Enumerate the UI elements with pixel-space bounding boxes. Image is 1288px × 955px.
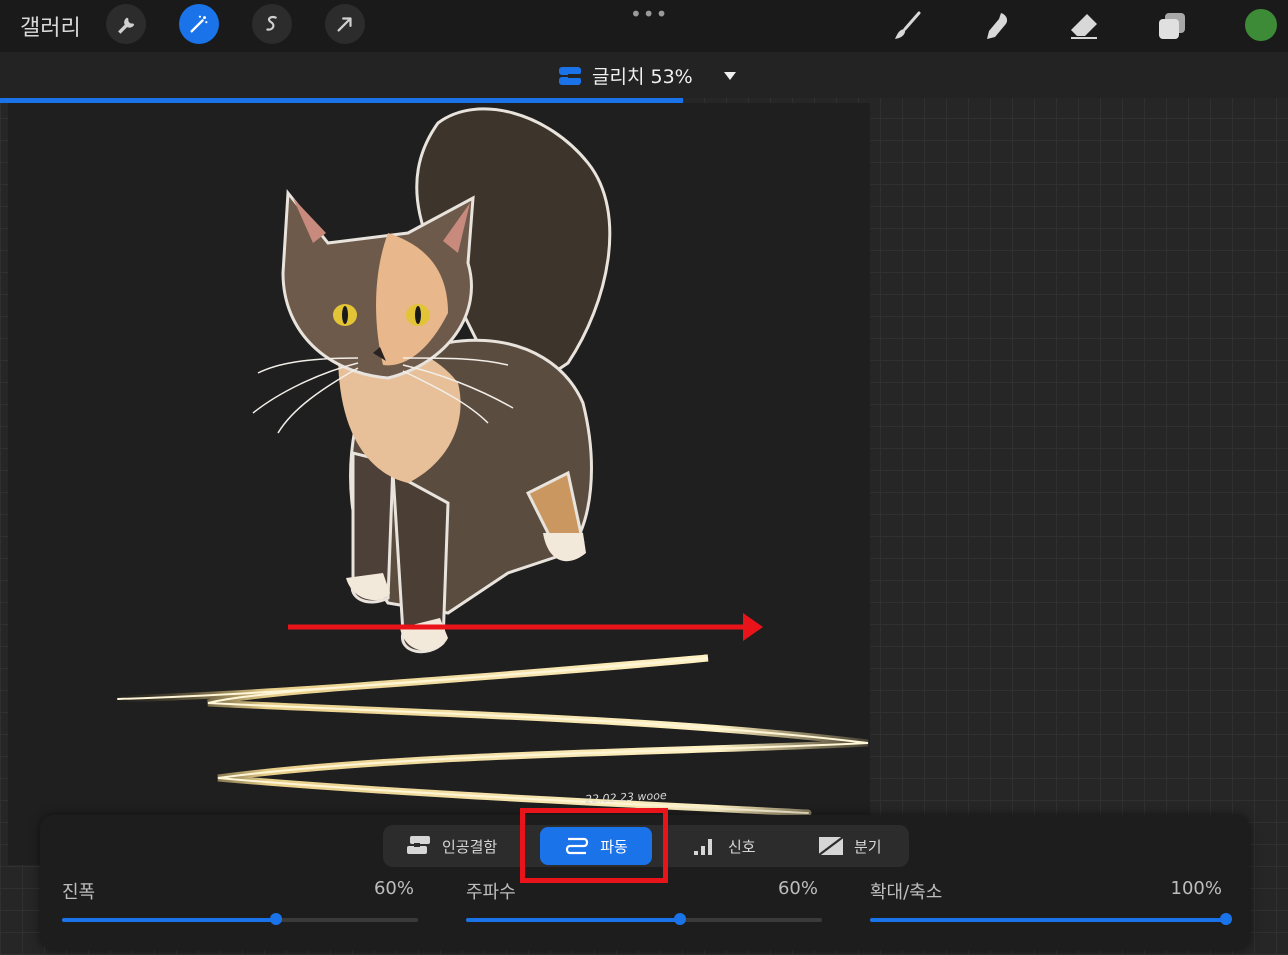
effect-name: 글리치 53% xyxy=(592,66,693,88)
mode-label: 분기 xyxy=(854,837,882,856)
gallery-button[interactable]: 갤러리 xyxy=(20,10,81,42)
effect-title[interactable]: 글리치 53% xyxy=(558,62,737,89)
frequency-value: 60% xyxy=(777,878,818,899)
transform-arrow-icon[interactable] xyxy=(325,4,365,44)
frequency-slider-fill xyxy=(466,918,680,922)
frequency-label: 주파수 xyxy=(466,882,516,903)
diverge-icon xyxy=(818,836,844,856)
scale-value: 100% xyxy=(1170,878,1222,899)
smudge-icon[interactable] xyxy=(976,6,1016,46)
amplitude-value: 60% xyxy=(373,878,414,899)
glitch-icon xyxy=(559,66,581,85)
mode-label: 신호 xyxy=(728,837,756,856)
amplitude-slider-knob[interactable] xyxy=(270,913,282,925)
eraser-icon[interactable] xyxy=(1064,6,1104,46)
color-swatch[interactable] xyxy=(1243,7,1279,43)
scale-label: 확대/축소 xyxy=(870,882,943,903)
more-options-icon[interactable]: ••• xyxy=(630,2,668,26)
mode-label: 인공결함 xyxy=(442,837,498,856)
selection-icon[interactable] xyxy=(252,4,292,44)
scale-slider-knob[interactable] xyxy=(1220,913,1232,925)
amplitude-label: 진폭 xyxy=(62,882,96,903)
frequency-slider-knob[interactable] xyxy=(674,913,686,925)
brush-icon[interactable] xyxy=(888,6,928,46)
mode-signal[interactable]: 신호 xyxy=(682,827,782,865)
signal-bars-icon xyxy=(694,839,712,855)
artifact-icon xyxy=(407,836,430,854)
magic-wand-icon[interactable] xyxy=(179,4,219,44)
layers-icon[interactable] xyxy=(1152,6,1192,46)
wrench-icon[interactable] xyxy=(106,4,146,44)
drawing-canvas[interactable]: 22.02.23 wooe xyxy=(8,103,870,865)
scale-slider-fill xyxy=(870,918,1226,922)
highlight-annotation-box xyxy=(520,808,668,883)
artwork-image xyxy=(114,107,869,817)
mode-artifact[interactable]: 인공결함 xyxy=(396,827,514,865)
amplitude-slider-fill xyxy=(62,918,276,922)
mode-diverge[interactable]: 분기 xyxy=(808,827,904,865)
chevron-down-icon xyxy=(723,71,736,80)
